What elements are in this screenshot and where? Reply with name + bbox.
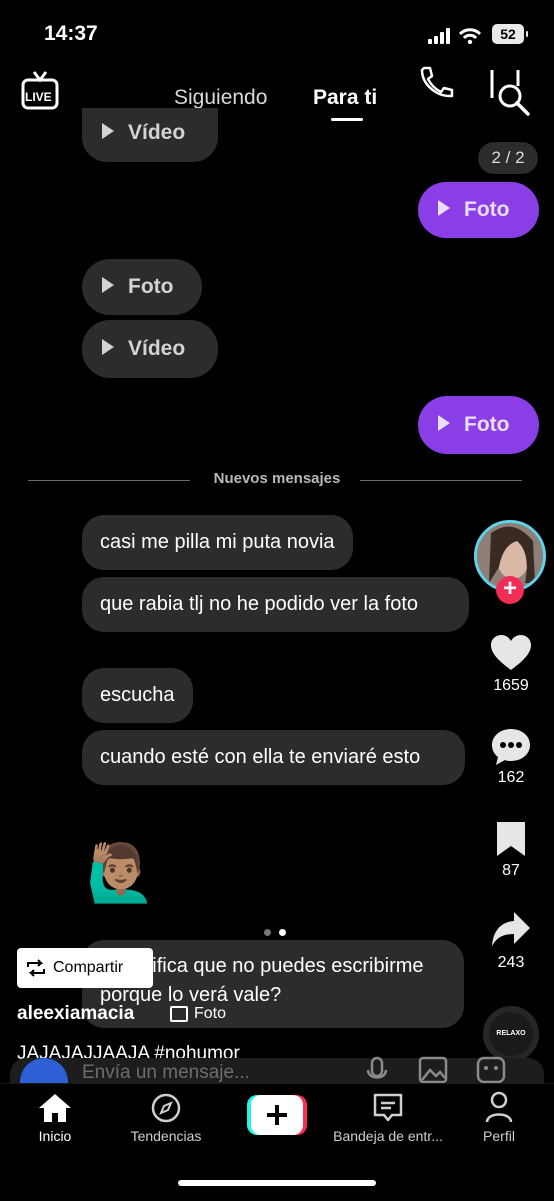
share-button[interactable]: Compartir <box>17 948 153 988</box>
search-icon[interactable] <box>488 66 538 118</box>
carousel-dot <box>264 929 271 936</box>
media-bubble-photo-mine-1[interactable]: Foto <box>418 182 539 238</box>
sticker-icon[interactable] <box>476 1056 506 1084</box>
media-bubble-video-top[interactable]: Vídeo <box>82 108 218 162</box>
message-counter: 2 / 2 <box>478 142 538 174</box>
share-label: Compartir <box>53 959 124 976</box>
emoji-message[interactable]: 🙋🏽‍♂️ <box>86 840 156 906</box>
home-icon[interactable] <box>38 1092 72 1124</box>
play-icon <box>102 339 114 356</box>
repost-icon <box>27 959 45 977</box>
share-arrow-icon[interactable] <box>490 910 532 948</box>
play-icon <box>102 123 114 140</box>
message-bubble[interactable]: cuando esté con ella te enviaré esto <box>82 730 465 785</box>
media-label: Foto <box>128 275 174 298</box>
microphone-icon[interactable] <box>366 1056 388 1086</box>
photo-mode-tag: Foto <box>170 1005 226 1023</box>
live-button[interactable]: LIVE <box>20 68 60 114</box>
media-bubble-photo-mine-2[interactable]: Foto <box>418 396 539 454</box>
compass-icon[interactable] <box>150 1092 182 1124</box>
media-label: Vídeo <box>128 121 186 144</box>
image-icon <box>170 1005 188 1022</box>
nav-trends-label[interactable]: Tendencias <box>116 1128 216 1144</box>
play-icon <box>102 277 114 294</box>
home-indicator <box>178 1180 376 1186</box>
media-label: Foto <box>464 413 510 436</box>
live-label: LIVE <box>25 90 52 104</box>
nav-home-label[interactable]: Inicio <box>25 1128 85 1144</box>
message-input[interactable]: Envía un mensaje... <box>82 1062 250 1084</box>
message-bubble[interactable]: casi me pilla mi puta novia <box>82 515 353 570</box>
battery-indicator: 52 <box>492 24 528 44</box>
status-time: 14:37 <box>44 22 98 45</box>
shares-count: 243 <box>497 954 525 971</box>
nav-profile-label[interactable]: Perfil <box>470 1128 528 1144</box>
heart-icon[interactable] <box>490 634 532 672</box>
media-bubble-photo-other[interactable]: Foto <box>82 259 202 315</box>
comments-count: 162 <box>497 769 525 786</box>
tab-following[interactable]: Siguiendo <box>174 86 267 110</box>
create-plus-button[interactable] <box>247 1095 307 1135</box>
media-label: Foto <box>464 198 510 221</box>
play-icon <box>438 415 450 432</box>
signal-icon <box>428 28 482 44</box>
music-disc[interactable]: RELAXO <box>483 1006 539 1062</box>
media-bubble-video-other[interactable]: Vídeo <box>82 320 218 378</box>
inbox-icon[interactable] <box>372 1092 404 1124</box>
bookmark-icon[interactable] <box>495 820 527 858</box>
message-bubble[interactable]: que rabia tlj no he podido ver la foto <box>82 577 469 632</box>
creator-username[interactable]: aleexiamacia <box>17 1003 134 1025</box>
comment-icon[interactable] <box>490 727 532 767</box>
phone-call-icon[interactable] <box>416 64 456 100</box>
message-bubble[interactable]: escucha <box>82 668 193 723</box>
nav-inbox-label[interactable]: Bandeja de entr... <box>328 1128 448 1144</box>
tab-underline <box>331 118 363 121</box>
follow-plus-button[interactable]: + <box>496 576 524 604</box>
profile-icon[interactable] <box>484 1090 514 1124</box>
likes-count: 1659 <box>493 677 529 694</box>
carousel-dots <box>264 923 294 941</box>
gallery-icon[interactable] <box>418 1056 448 1084</box>
tab-for-you[interactable]: Para ti <box>313 86 377 110</box>
carousel-dot-active <box>279 929 286 936</box>
play-icon <box>438 200 450 217</box>
new-messages-label: Nuevos mensajes <box>0 470 554 487</box>
media-label: Vídeo <box>128 337 186 360</box>
saves-count: 87 <box>502 862 520 879</box>
